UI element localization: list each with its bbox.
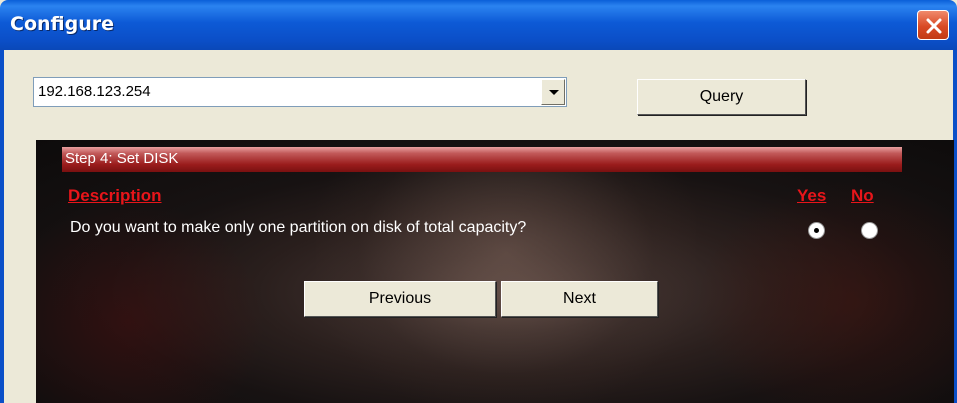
partition-question: Do you want to make only one partition o…	[70, 219, 527, 236]
step-title: Step 4: Set DISK	[65, 150, 179, 167]
description-header: Description	[68, 186, 162, 205]
query-button[interactable]: Query	[637, 79, 806, 115]
no-radio[interactable]	[861, 222, 878, 239]
chevron-down-icon	[549, 90, 559, 95]
dropdown-button[interactable]	[541, 79, 565, 105]
next-button[interactable]: Next	[501, 281, 658, 317]
previous-button[interactable]: Previous	[304, 281, 496, 317]
window-border-left	[0, 50, 4, 403]
background-photo-shade	[694, 180, 954, 403]
radio-selected-dot	[814, 228, 819, 233]
title-bar[interactable]: Configure	[0, 0, 957, 50]
address-value: 192.168.123.254	[38, 83, 151, 100]
address-combobox[interactable]: 192.168.123.254	[33, 77, 567, 107]
step-header-bar: Step 4: Set DISK	[62, 147, 902, 172]
yes-header: Yes	[797, 186, 827, 205]
close-button[interactable]	[917, 10, 949, 40]
close-icon	[926, 18, 942, 34]
no-header: No	[851, 186, 874, 205]
window-title: Configure	[10, 13, 114, 35]
configure-window: Configure 192.168.123.254 Query Step 4: …	[0, 0, 957, 403]
wizard-panel	[36, 140, 954, 403]
yes-radio[interactable]	[808, 222, 825, 239]
